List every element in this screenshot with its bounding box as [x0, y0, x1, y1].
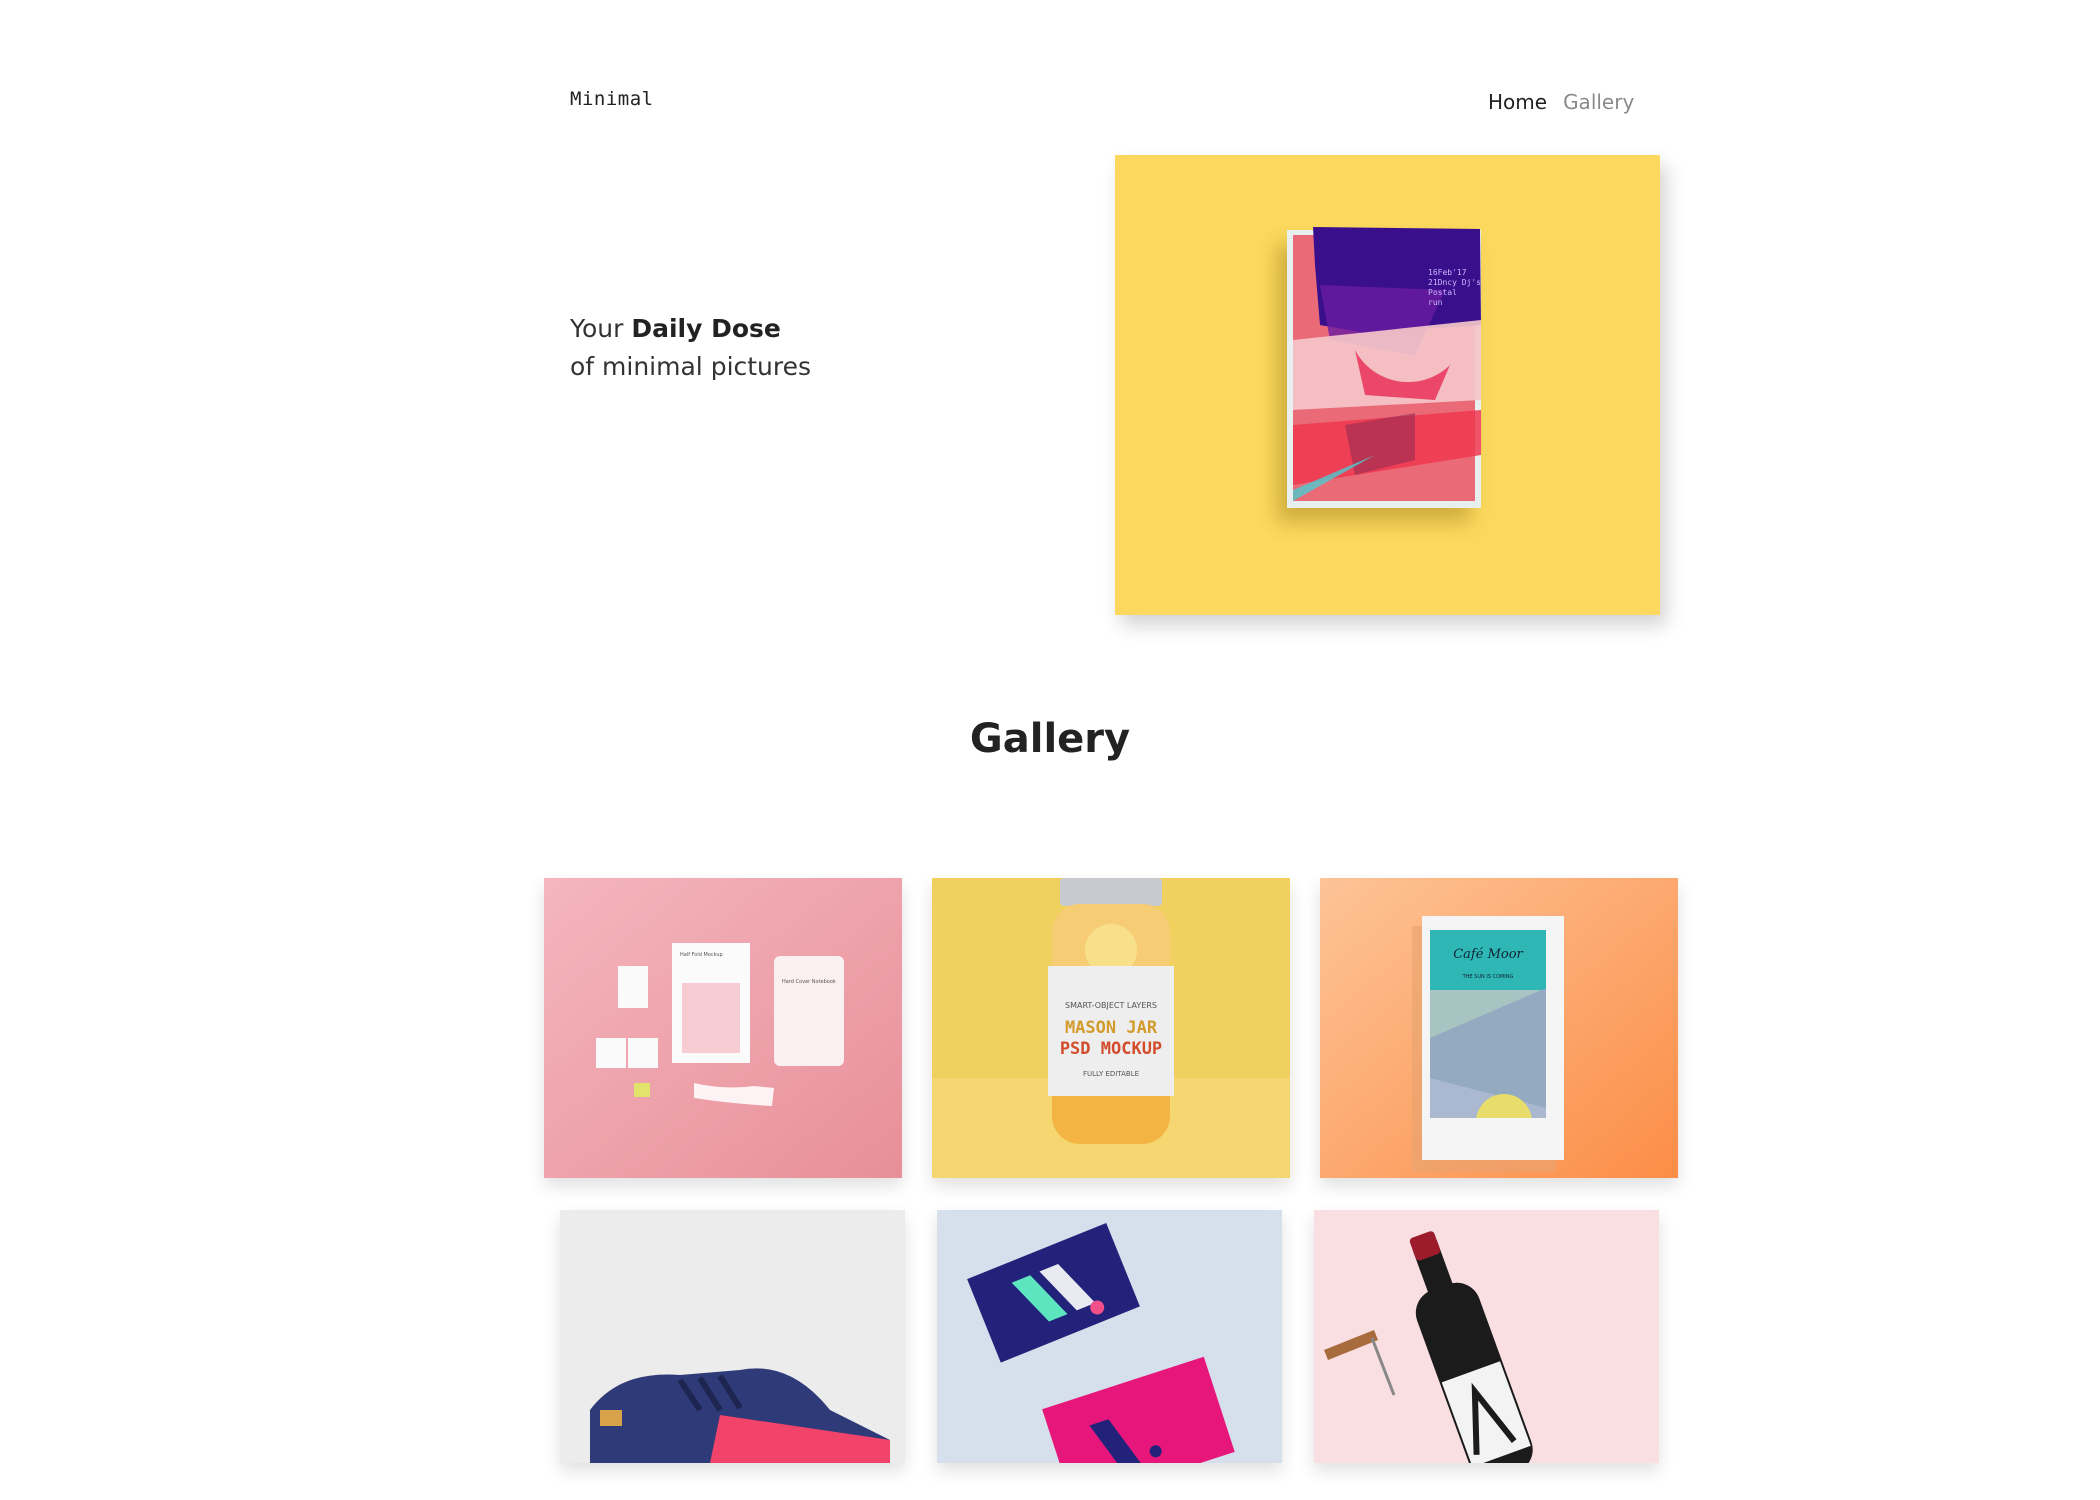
cafe-label-1: Café Moor — [1453, 947, 1523, 962]
gallery-tile-mason-jar[interactable]: SMART-OBJECT LAYERS MASON JAR PSD MOCKUP… — [932, 878, 1290, 1178]
gallery-tile-wine[interactable] — [1314, 1210, 1659, 1463]
wine-bottle-image — [1314, 1210, 1659, 1463]
hero-poster-illustration: 16Feb'17 21Dncy Dj's Postal run — [1287, 227, 1481, 508]
cafe-label-2: THE SUN IS COMING — [1462, 974, 1514, 980]
svg-text:Postal: Postal — [1428, 288, 1457, 297]
nav-home-link[interactable]: Home — [1488, 90, 1547, 114]
main-nav: Home Gallery — [1488, 90, 1634, 114]
gallery-tile-stationery[interactable]: Half Fold Mockup Hard Cover Notebook — [544, 878, 902, 1178]
stationery-label-1: Half Fold Mockup — [680, 952, 723, 958]
jar-label-3: PSD MOCKUP — [1060, 1039, 1162, 1059]
svg-text:21Dncy Dj's: 21Dncy Dj's — [1428, 278, 1481, 287]
business-card-image — [937, 1210, 1282, 1463]
gallery-tile-business-card[interactable] — [937, 1210, 1282, 1463]
tagline-bold: Daily Dose — [631, 314, 781, 343]
cafe-book-mockup-image: Café Moor THE SUN IS COMING — [1320, 878, 1678, 1178]
gallery-heading: Gallery — [969, 716, 1131, 762]
tagline-line2: of minimal pictures — [570, 352, 812, 381]
nav-gallery-link[interactable]: Gallery — [1563, 90, 1634, 114]
mason-jar-mockup-image: SMART-OBJECT LAYERS MASON JAR PSD MOCKUP… — [932, 878, 1290, 1178]
svg-text:run: run — [1428, 298, 1443, 307]
gallery-tile-cafe-book[interactable]: Café Moor THE SUN IS COMING — [1320, 878, 1678, 1178]
site-logo[interactable]: Minimal — [570, 88, 654, 110]
stationery-label-2: Hard Cover Notebook — [782, 979, 836, 985]
hero-image: 16Feb'17 21Dncy Dj's Postal run — [1115, 155, 1660, 615]
jar-label-1: SMART-OBJECT LAYERS — [1065, 1001, 1157, 1010]
svg-text:16Feb'17: 16Feb'17 — [1428, 268, 1467, 277]
hero-tagline: Your Daily Dose of minimal pictures — [570, 310, 811, 386]
gallery-tile-sneaker[interactable] — [560, 1210, 905, 1463]
stationery-mockup-image: Half Fold Mockup Hard Cover Notebook — [544, 878, 902, 1178]
jar-label-2: MASON JAR — [1065, 1018, 1158, 1038]
jar-label-4: FULLY EDITABLE — [1083, 1070, 1139, 1078]
sneaker-image — [560, 1210, 905, 1463]
tagline-prefix: Your — [570, 314, 624, 343]
